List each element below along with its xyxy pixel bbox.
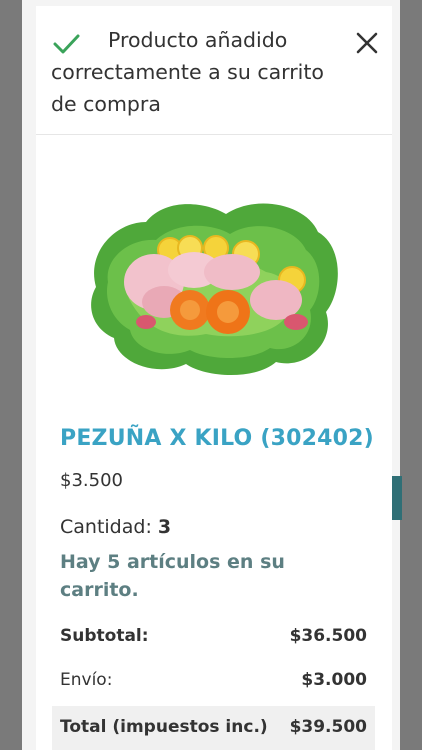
total-row-content: Total (impuestos inc.) $39.500 [60, 717, 367, 737]
quantity-line: Cantidad: 3 [60, 516, 171, 538]
cart-items-message: Hay 5 artículos en su carrito. [60, 551, 285, 601]
total-label: Total (impuestos inc.) [60, 717, 268, 737]
modal-header: Producto añadido correctamente a su carr… [36, 6, 392, 135]
total-row: Total (impuestos inc.) $39.500 [52, 706, 375, 750]
background-accent [392, 476, 402, 520]
shipping-label: Envío: [60, 670, 113, 690]
product-price: $3.500 [60, 470, 123, 491]
close-icon[interactable] [354, 30, 380, 56]
shipping-row: Envío: $3.000 [60, 670, 367, 690]
product-title[interactable]: PEZUÑA X KILO (302402) [60, 426, 374, 451]
quantity-value: 3 [157, 516, 172, 538]
quantity-label: Cantidad: [60, 516, 152, 538]
added-to-cart-modal: Producto añadido correctamente a su carr… [36, 6, 392, 750]
product-image [91, 203, 338, 375]
success-message: Producto añadido correctamente a su carr… [51, 28, 324, 116]
subtotal-label: Subtotal: [60, 626, 149, 646]
subtotal-row: Subtotal: $36.500 [60, 626, 367, 646]
subtotal-value: $36.500 [289, 626, 367, 646]
shipping-value: $3.000 [301, 670, 367, 690]
total-value: $39.500 [289, 717, 367, 737]
